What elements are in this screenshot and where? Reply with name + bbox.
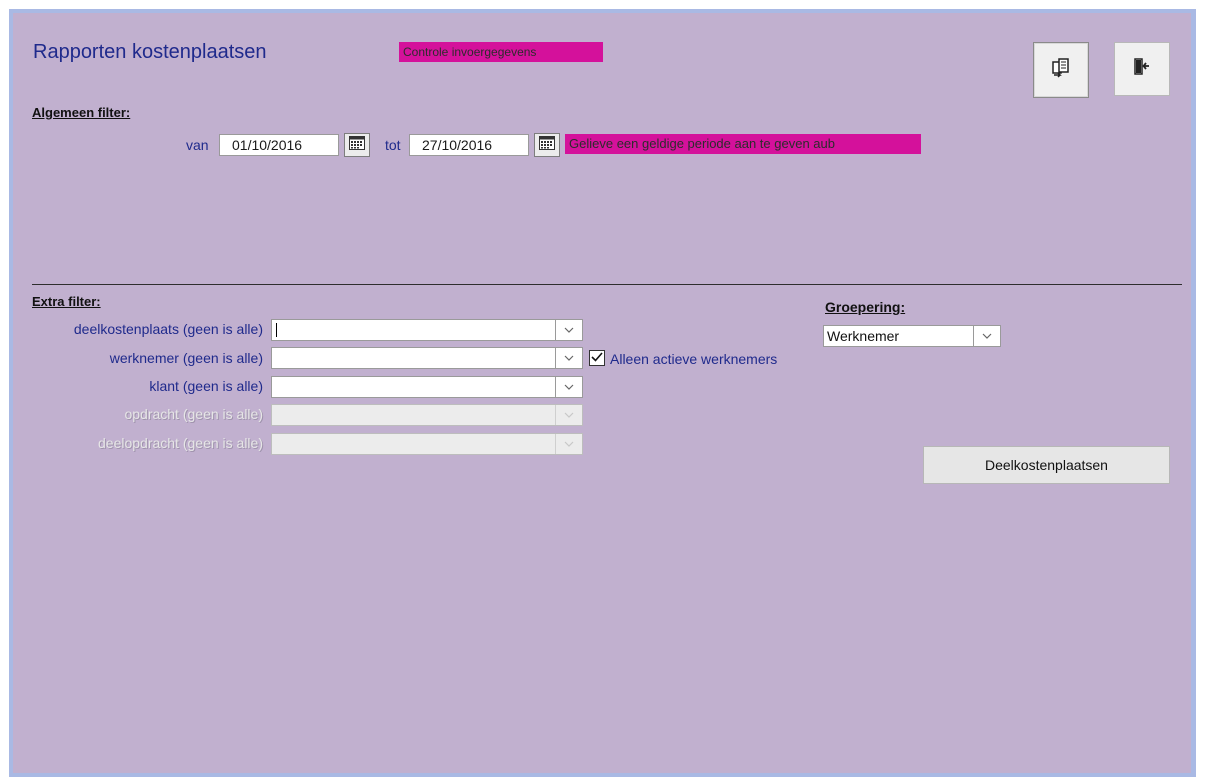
from-label: van xyxy=(186,137,209,153)
report-refresh-button[interactable] xyxy=(1033,42,1089,98)
report-form: Rapporten kostenplaatsen Controle invoer… xyxy=(13,13,1191,773)
sub-assignment-label: deelopdracht (geen is alle) xyxy=(98,435,263,451)
input-check-alert: Controle invoergegevens xyxy=(399,42,603,62)
calendar-icon xyxy=(349,135,365,155)
assignment-label: opdracht (geen is alle) xyxy=(124,406,263,422)
chevron-down-icon[interactable] xyxy=(555,377,582,397)
active-employees-checkbox[interactable] xyxy=(589,350,605,366)
general-filter-heading: Algemeen filter: xyxy=(32,105,131,120)
section-divider xyxy=(32,284,1182,285)
grouping-heading: Groepering: xyxy=(825,299,906,315)
sub-cost-centers-button[interactable]: Deelkostenplaatsen xyxy=(923,446,1170,484)
sub-assignment-value xyxy=(272,434,555,454)
report-refresh-icon xyxy=(1052,57,1070,83)
chevron-down-icon[interactable] xyxy=(555,348,582,368)
active-employees-label: Alleen actieve werknemers xyxy=(610,351,778,367)
chevron-down-icon xyxy=(555,434,582,454)
employee-label: werknemer (geen is alle) xyxy=(109,350,263,366)
chevron-down-icon xyxy=(555,405,582,425)
from-date-picker-button[interactable] xyxy=(344,133,370,157)
period-validation-message: Gelieve een geldige periode aan te geven… xyxy=(565,134,921,154)
to-date-picker-button[interactable] xyxy=(534,133,560,157)
text-caret xyxy=(276,323,277,337)
assignment-combo xyxy=(271,404,583,426)
chevron-down-icon[interactable] xyxy=(973,326,1000,346)
employee-combo[interactable] xyxy=(271,347,583,369)
grouping-combo[interactable]: Werknemer xyxy=(823,325,1001,347)
from-date-field[interactable]: 01/10/2016 xyxy=(219,134,339,156)
sub-cost-center-combo[interactable] xyxy=(271,319,583,341)
to-date-field[interactable]: 27/10/2016 xyxy=(409,134,529,156)
exit-door-icon xyxy=(1133,57,1151,81)
chevron-down-icon[interactable] xyxy=(555,320,582,340)
assignment-value xyxy=(272,405,555,425)
sub-assignment-combo xyxy=(271,433,583,455)
page-title: Rapporten kostenplaatsen xyxy=(33,41,267,63)
extra-filter-heading: Extra filter: xyxy=(32,294,101,309)
client-combo[interactable] xyxy=(271,376,583,398)
client-value[interactable] xyxy=(272,377,555,397)
employee-value[interactable] xyxy=(272,348,555,368)
grouping-value[interactable]: Werknemer xyxy=(824,326,973,346)
sub-cost-center-value[interactable] xyxy=(272,320,555,340)
sub-cost-center-label: deelkostenplaats (geen is alle) xyxy=(73,321,263,337)
checkmark-icon xyxy=(591,349,603,367)
to-label: tot xyxy=(385,137,401,153)
exit-button[interactable] xyxy=(1114,42,1170,96)
calendar-icon xyxy=(539,135,555,155)
client-label: klant (geen is alle) xyxy=(149,378,263,394)
